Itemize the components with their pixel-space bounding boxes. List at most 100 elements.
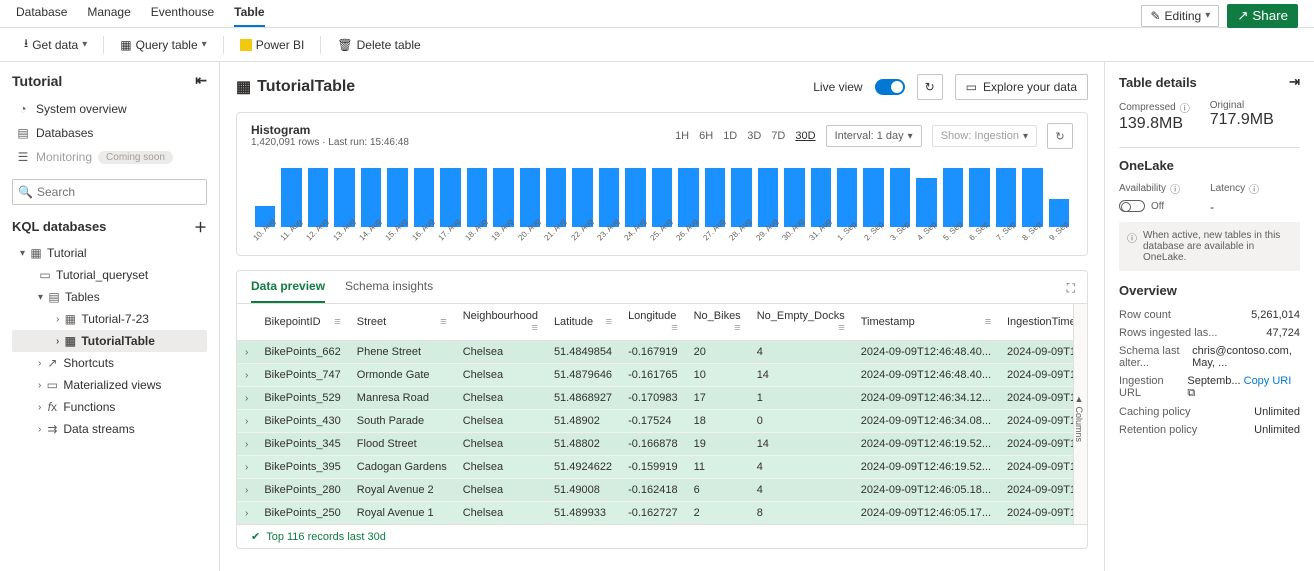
table-row[interactable]: ›BikePoints_250Royal Avenue 1Chelsea51.4… (237, 502, 1073, 525)
divider (103, 36, 104, 54)
editing-button[interactable]: ✎ Editing ▾ (1141, 5, 1219, 27)
range-1h[interactable]: 1H (675, 130, 689, 142)
tree-tables[interactable]: ▾ ▤ Tables (12, 286, 207, 308)
nav-databases[interactable]: ▤ Databases (12, 121, 207, 145)
column-header[interactable]: IngestionTime ≡ (999, 304, 1073, 341)
columns-sidebar[interactable]: ▲ Columns (1073, 304, 1087, 524)
chart-bar-label: 4. Sep (915, 220, 938, 243)
interval-button[interactable]: Interval: 1 day ▾ (826, 125, 922, 147)
cell: Manresa Road (349, 387, 455, 410)
panel-expand-icon[interactable]: ⇥ (1289, 74, 1300, 90)
panel-collapse-icon[interactable]: ⇤ (195, 72, 207, 89)
column-header[interactable]: Street ≡ (349, 304, 455, 341)
tree-label: Shortcuts (63, 356, 114, 370)
query-table-button[interactable]: ▦ Query table ▾ (112, 34, 214, 56)
tree-data-streams[interactable]: › ⇉ Data streams (12, 418, 207, 440)
availability-toggle[interactable] (1119, 200, 1145, 212)
chart-bar: 12. Aug (308, 168, 328, 227)
range-6h[interactable]: 6H (699, 130, 713, 142)
cell: -0.161765 (620, 364, 686, 387)
expand-button[interactable]: ⛶ (1067, 281, 1075, 296)
column-header[interactable]: Neighbourhood ≡ (455, 304, 546, 341)
power-bi-button[interactable]: Power BI (232, 34, 313, 56)
power-bi-label: Power BI (256, 38, 305, 52)
tree-root-tutorial[interactable]: ▾ ▦ Tutorial (12, 242, 207, 264)
live-view-toggle[interactable] (875, 79, 905, 95)
info-icon[interactable]: ⓘ (1170, 181, 1180, 196)
tab-table[interactable]: Table (234, 5, 264, 27)
expand-row-icon[interactable]: › (237, 433, 256, 456)
chevron-down-icon: ▾ (38, 292, 43, 303)
chart-bar: 5. Sep (943, 168, 963, 227)
expand-row-icon[interactable]: › (237, 456, 256, 479)
tree-label: TutorialTable (81, 334, 155, 348)
expand-row-icon[interactable]: › (237, 341, 256, 364)
add-database-button[interactable]: ＋ (194, 217, 207, 236)
tab-manage[interactable]: Manage (87, 5, 130, 27)
table-row[interactable]: ›BikePoints_395Cadogan GardensChelsea51.… (237, 456, 1073, 479)
chevron-down-icon: ▾ (1205, 10, 1210, 21)
nav-monitoring: ☰ Monitoring Coming soon (12, 145, 207, 169)
chart-refresh-button[interactable]: ↻ (1047, 123, 1073, 149)
info-icon[interactable]: ⓘ (1180, 100, 1190, 115)
expand-row-icon[interactable]: › (237, 479, 256, 502)
tree-table-1[interactable]: › ▦ Tutorial-7-23 (12, 308, 207, 330)
column-header[interactable]: BikepointID ≡ (256, 304, 348, 341)
expand-row-icon[interactable]: › (237, 502, 256, 525)
divider (320, 36, 321, 54)
chevron-right-icon: › (38, 380, 41, 391)
chevron-right-icon: › (38, 402, 41, 413)
cell: 51.49008 (546, 479, 620, 502)
expand-row-icon[interactable]: › (237, 387, 256, 410)
nav-system-overview[interactable]: ◔ System overview (12, 97, 207, 121)
share-button[interactable]: ↗ Share (1227, 4, 1298, 28)
delete-table-button[interactable]: 🗑 Delete table (329, 34, 428, 56)
table-row[interactable]: ›BikePoints_529Manresa RoadChelsea51.486… (237, 387, 1073, 410)
tab-eventhouse[interactable]: Eventhouse (151, 5, 214, 27)
table-row[interactable]: ›BikePoints_747Ormonde GateChelsea51.487… (237, 364, 1073, 387)
range-30d[interactable]: 30D (795, 130, 815, 142)
column-header[interactable]: Latitude ≡ (546, 304, 620, 341)
get-data-button[interactable]: ⭳ Get data ▾ (16, 30, 95, 59)
table-row[interactable]: ›BikePoints_280Royal Avenue 2Chelsea51.4… (237, 479, 1073, 502)
range-7d[interactable]: 7D (771, 130, 785, 142)
range-1d[interactable]: 1D (723, 130, 737, 142)
expand-row-icon[interactable]: › (237, 364, 256, 387)
explore-data-button[interactable]: ▭ Explore your data (955, 74, 1088, 100)
cell: 2024-09-09T12:46:48.40... (853, 364, 999, 387)
availability-label: Availability (1119, 183, 1166, 194)
tree-table-2[interactable]: › ▦ TutorialTable (12, 330, 207, 352)
table-row[interactable]: ›BikePoints_345Flood StreetChelsea51.488… (237, 433, 1073, 456)
tree-shortcuts[interactable]: › ↗ Shortcuts (12, 352, 207, 374)
chart-bar: 2. Sep (863, 168, 883, 227)
refresh-button[interactable]: ↻ (917, 74, 943, 100)
expand-row-icon[interactable]: › (237, 410, 256, 433)
cell: Flood Street (349, 433, 455, 456)
tab-schema-insights[interactable]: Schema insights (345, 271, 433, 303)
center-panel: ▦ TutorialTable Live view ↻ ▭ Explore yo… (220, 62, 1104, 571)
column-header[interactable]: No_Empty_Docks ≡ (749, 304, 853, 341)
table-row[interactable]: ›BikePoints_662Phene StreetChelsea51.484… (237, 341, 1073, 364)
info-icon: ⓘ (1127, 230, 1137, 263)
copy-uri-link[interactable]: Copy URI (1244, 375, 1292, 387)
search-input[interactable] (12, 179, 207, 205)
column-header[interactable]: Timestamp ≡ (853, 304, 999, 341)
tree-mat-views[interactable]: › ▭ Materialized views (12, 374, 207, 396)
range-3d[interactable]: 3D (747, 130, 761, 142)
tree-functions[interactable]: › fx Functions (12, 396, 207, 418)
column-header[interactable]: Longitude ≡ (620, 304, 686, 341)
table-row[interactable]: ›BikePoints_430South ParadeChelsea51.489… (237, 410, 1073, 433)
tab-data-preview[interactable]: Data preview (251, 271, 325, 303)
tab-database[interactable]: Database (16, 5, 67, 27)
onelake-info: ⓘ When active, new tables in this databa… (1119, 222, 1300, 271)
cell: BikePoints_430 (256, 410, 348, 433)
cell: South Parade (349, 410, 455, 433)
cell: 2024-09-09T12:46:05.18... (853, 479, 999, 502)
cell: 2024-09-09T12:46:05.49595... (999, 502, 1073, 525)
tree-queryset[interactable]: ▭ Tutorial_queryset (12, 264, 207, 286)
search-icon: 🔍 (18, 185, 33, 199)
column-header[interactable]: No_Bikes ≡ (686, 304, 749, 341)
chart-bar: 25. Aug (652, 168, 672, 227)
info-icon[interactable]: ⓘ (1249, 181, 1259, 196)
copy-icon[interactable]: ⧉ (1187, 387, 1195, 399)
